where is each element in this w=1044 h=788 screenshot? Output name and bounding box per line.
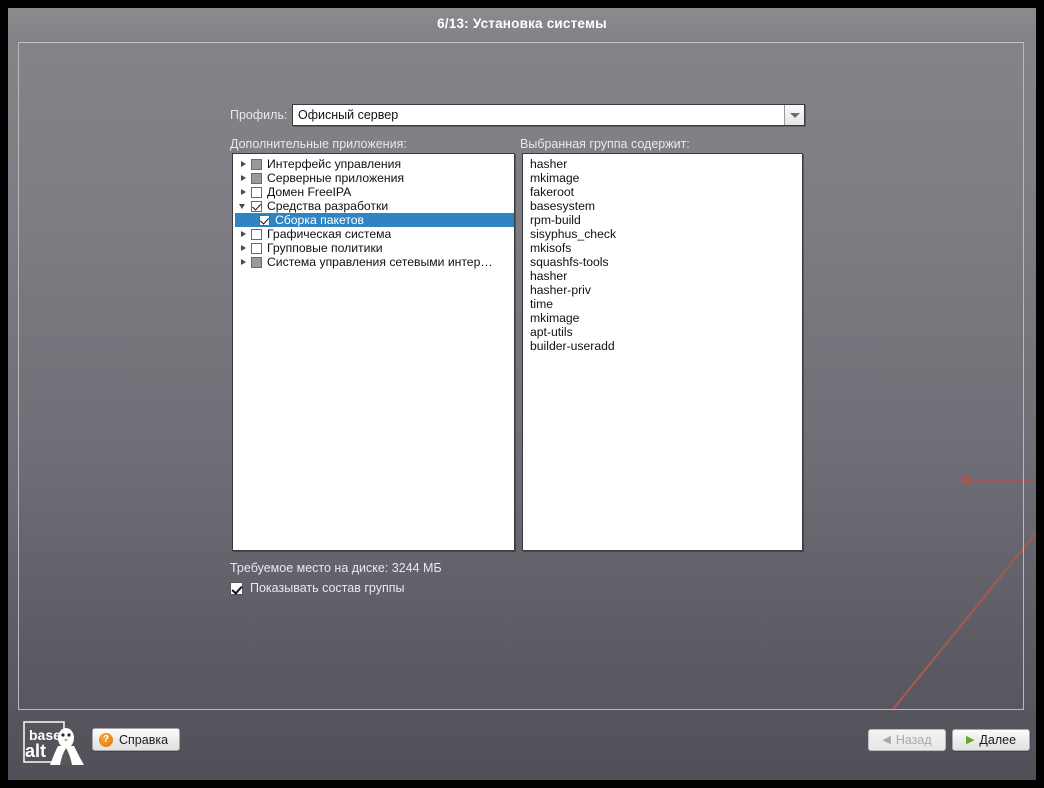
tree-row-label: Средства разработки (267, 199, 389, 213)
expander-right-icon[interactable] (235, 241, 251, 255)
tree-row-label: Система управления сетевыми интер… (267, 255, 493, 269)
checkbox-icon[interactable] (251, 200, 262, 212)
package-row: hasher-priv (530, 283, 591, 297)
package-row: hasher (530, 269, 568, 283)
tree-row[interactable]: Домен FreeIPA (235, 185, 514, 199)
package-row: mkimage (530, 311, 580, 325)
tree-rows: Интерфейс управления Серверные приложения… (233, 154, 514, 269)
checkbox-icon[interactable] (251, 256, 262, 268)
tree-row-label: Домен FreeIPA (267, 185, 352, 199)
profile-selected-value: Офисный сервер (298, 108, 399, 122)
package-row: squashfs-tools (530, 255, 609, 269)
package-row: builder-useradd (530, 339, 615, 353)
tree-row-label: Интерфейс управления (267, 157, 402, 171)
checkbox-icon[interactable] (251, 242, 262, 254)
chevron-right-icon: ▶ (965, 733, 975, 746)
package-row: mkimage (530, 171, 580, 185)
help-button[interactable]: ? Справка (92, 728, 180, 751)
tree-row[interactable]: Система управления сетевыми интер… (235, 255, 514, 269)
package-row: sisyphus_check (530, 227, 617, 241)
tree-row-label: Сборка пакетов (275, 213, 365, 227)
package-row: hasher (530, 157, 568, 171)
package-row: mkisofs (530, 241, 572, 255)
profile-row: Профиль: Офисный сервер (230, 104, 805, 126)
checkbox-icon[interactable] (251, 158, 262, 170)
next-button-label: Далее (979, 733, 1017, 747)
checkbox-icon[interactable] (251, 172, 262, 184)
help-button-label: Справка (119, 732, 169, 747)
chevron-left-icon: ◀ (882, 733, 891, 746)
tree-row-label: Групповые политики (267, 241, 383, 255)
back-button-label: Назад (895, 733, 932, 747)
expander-right-icon[interactable] (235, 255, 251, 269)
tree-row-label: Графическая система (267, 227, 392, 241)
group-contents-list[interactable]: hasher mkimage fakeroot basesystem rpm-build… (522, 153, 803, 551)
back-button[interactable]: ◀ Назад (868, 729, 946, 751)
checkbox-icon[interactable] (259, 214, 270, 226)
svg-text:alt: alt (25, 741, 46, 761)
tree-row[interactable]: Сборка пакетов (235, 213, 514, 227)
expander-right-icon[interactable] (235, 185, 251, 199)
package-row: apt-utils (530, 325, 573, 339)
show-group-contents-label: Показывать состав группы (250, 581, 405, 595)
package-row: time (530, 297, 554, 311)
profile-label: Профиль: (230, 108, 288, 122)
show-group-contents-checkbox[interactable]: Показывать состав группы (230, 581, 404, 595)
package-rows: hasher mkimage fakeroot basesystem rpm-build… (523, 154, 802, 353)
expander-down-icon[interactable] (235, 199, 251, 213)
installer-window: 6/13: Установка системы Профиль: Офисный… (8, 8, 1036, 780)
checkbox-icon[interactable] (230, 581, 243, 595)
additional-apps-caption: Дополнительные приложения: (230, 137, 407, 151)
question-mark-icon: ? (99, 732, 113, 747)
package-row: fakeroot (530, 185, 575, 199)
checkbox-icon[interactable] (251, 228, 262, 240)
expander-right-icon[interactable] (235, 171, 251, 185)
page-title: 6/13: Установка системы (437, 16, 607, 31)
expander-right-icon[interactable] (235, 157, 251, 171)
tree-row[interactable]: Серверные приложения (235, 171, 514, 185)
profile-combobox[interactable]: Офисный сервер (292, 104, 805, 126)
additional-apps-tree[interactable]: Интерфейс управления Серверные приложения… (232, 153, 515, 551)
tree-row[interactable]: Интерфейс управления (235, 157, 514, 171)
basealt-logo: base alt (23, 721, 84, 765)
tree-row[interactable]: Средства разработки (235, 199, 514, 213)
package-row: rpm-build (530, 213, 581, 227)
checkbox-icon[interactable] (251, 186, 262, 198)
disk-space-label: Требуемое место на диске: 3244 МБ (230, 561, 442, 575)
selected-group-caption: Выбранная группа содержит: (520, 137, 690, 151)
next-button[interactable]: ▶ Далее (952, 729, 1030, 751)
tree-row[interactable]: Графическая система (235, 227, 514, 241)
tree-row[interactable]: Групповые политики (235, 241, 514, 255)
title-bar: 6/13: Установка системы (8, 8, 1036, 42)
package-row: basesystem (530, 199, 596, 213)
tree-row-label: Серверные приложения (267, 171, 405, 185)
expander-right-icon[interactable] (235, 227, 251, 241)
chevron-down-icon[interactable] (784, 105, 804, 125)
